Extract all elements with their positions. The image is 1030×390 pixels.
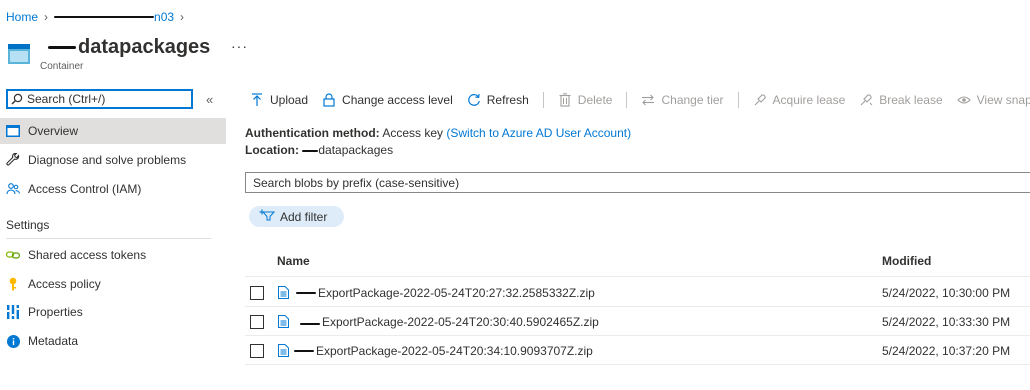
refresh-icon [467, 93, 481, 107]
delete-button[interactable]: Delete [558, 93, 612, 107]
lease-icon [753, 93, 767, 107]
sidebar-item-properties[interactable]: Properties [0, 299, 226, 325]
sidebar-search[interactable] [6, 89, 193, 109]
row-checkbox[interactable] [250, 344, 264, 358]
breadcrumb: Home › n03 › [6, 9, 184, 25]
sidebar-item-iam[interactable]: Access Control (IAM) [0, 176, 226, 202]
refresh-button[interactable]: Refresh [467, 93, 529, 107]
table-row[interactable]: ExportPackage-2022-05-24T20:27:32.258533… [245, 279, 1030, 307]
collapse-sidebar-button[interactable]: « [206, 92, 213, 107]
sidebar-item-metadata[interactable]: Metadata [0, 328, 226, 354]
chevron-right-icon: › [44, 10, 49, 24]
redaction-mark [296, 292, 316, 294]
auth-method-line: Authentication method: Access key (Switc… [245, 126, 631, 140]
redaction-mark [294, 350, 314, 352]
blob-search-input[interactable] [253, 175, 953, 190]
breadcrumb-home-link[interactable]: Home [6, 10, 38, 24]
page-title: datapackages [48, 36, 210, 59]
auth-method-label: Authentication method: [245, 126, 380, 140]
swap-arrows-icon [641, 93, 655, 107]
info-icon [6, 334, 20, 348]
upload-icon [250, 93, 264, 107]
link-icon [6, 248, 20, 262]
sidebar-item-shared-access-tokens[interactable]: Shared access tokens [0, 242, 226, 268]
sidebar-item-label: Access policy [28, 277, 101, 291]
row-checkbox[interactable] [250, 315, 264, 329]
divider [626, 92, 628, 108]
sidebar-item-label: Overview [28, 124, 79, 138]
trash-icon [558, 93, 572, 107]
break-lease-button[interactable]: Break lease [859, 93, 943, 107]
add-filter-button[interactable]: Add filter [249, 206, 344, 227]
file-icon [278, 315, 289, 328]
eye-icon [956, 93, 971, 107]
change-tier-button[interactable]: Change tier [641, 93, 724, 107]
sidebar-search-input[interactable] [23, 92, 177, 106]
auth-method-value: Access key [382, 126, 444, 140]
switch-auth-link[interactable]: (Switch to Azure AD User Account) [446, 126, 631, 140]
sidebar-item-label: Properties [28, 305, 83, 319]
sidebar-item-label: Shared access tokens [28, 248, 147, 262]
redaction-mark [300, 323, 320, 325]
add-filter-icon [259, 209, 276, 224]
change-access-level-button[interactable]: Change access level [322, 93, 453, 107]
column-header-name[interactable]: Name [277, 254, 310, 268]
sidebar-item-label: Metadata [28, 334, 79, 348]
sidebar-item-label: Diagnose and solve problems [28, 153, 187, 167]
wrench-icon [6, 153, 20, 167]
location-value: datapackages [318, 143, 394, 157]
blob-modified: 5/24/2022, 10:37:20 PM [882, 344, 1011, 358]
blob-name-link[interactable]: ExportPackage-2022-05-24T20:27:32.258533… [318, 286, 595, 300]
sidebar-section-settings: Settings [6, 218, 50, 232]
redaction-mark [302, 149, 319, 152]
search-icon [11, 93, 23, 105]
location-line: Location: datapackages [245, 143, 393, 157]
more-options-button[interactable]: ··· [231, 38, 248, 54]
view-snapshots-button[interactable]: View snapsh [956, 93, 1030, 107]
properties-icon [6, 305, 20, 319]
table-row[interactable]: ExportPackage-2022-05-24T20:34:10.909370… [245, 337, 1030, 365]
chevron-right-icon: › [180, 10, 185, 24]
lock-icon [322, 93, 336, 107]
sidebar-item-label: Access Control (IAM) [28, 182, 142, 196]
blob-modified: 5/24/2022, 10:33:30 PM [882, 315, 1011, 329]
location-label: Location: [245, 143, 299, 157]
sidebar-item-overview[interactable]: Overview [0, 118, 226, 144]
breadcrumb-storage-link[interactable]: n03 [54, 10, 174, 24]
key-icon [6, 277, 20, 291]
redaction-mark [54, 16, 155, 18]
sidebar-item-diagnose[interactable]: Diagnose and solve problems [0, 147, 226, 173]
break-lease-icon [859, 93, 873, 107]
divider [6, 238, 211, 239]
file-icon [278, 344, 289, 357]
blob-modified: 5/24/2022, 10:30:00 PM [882, 286, 1011, 300]
command-bar: Upload Change access level Refresh Delet… [250, 89, 1030, 111]
container-icon [8, 44, 30, 64]
acquire-lease-button[interactable]: Acquire lease [753, 93, 845, 107]
blob-name-link[interactable]: ExportPackage-2022-05-24T20:30:40.590246… [322, 315, 599, 329]
divider [542, 92, 544, 108]
file-icon [278, 286, 289, 299]
page-subtitle: Container [40, 61, 84, 72]
upload-button[interactable]: Upload [250, 93, 308, 107]
table-row[interactable]: ExportPackage-2022-05-24T20:30:40.590246… [245, 308, 1030, 336]
divider [245, 276, 1030, 277]
blob-prefix-search[interactable] [245, 172, 1030, 193]
row-checkbox[interactable] [250, 286, 264, 300]
column-header-modified[interactable]: Modified [882, 254, 931, 268]
overview-icon [6, 124, 20, 138]
redaction-mark [48, 46, 76, 49]
divider [737, 92, 739, 108]
blob-name-link[interactable]: ExportPackage-2022-05-24T20:34:10.909370… [316, 344, 593, 358]
sidebar-item-access-policy[interactable]: Access policy [0, 271, 226, 297]
people-icon [6, 182, 20, 196]
